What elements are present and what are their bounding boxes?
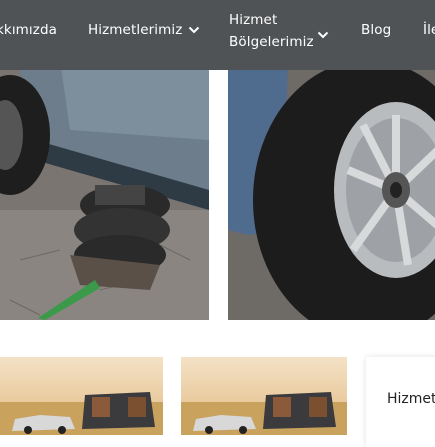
sidebar-services-card: Hizmet	[366, 357, 435, 447]
nav-contact-label: İle	[423, 22, 435, 38]
nav-regions-label-line1: Hizmet	[229, 12, 278, 28]
card-image-service-van[interactable]	[181, 357, 347, 435]
nav-about[interactable]: kkımızda	[0, 22, 57, 38]
photo-car-jack	[0, 60, 209, 320]
nav-blog-label: Blog	[361, 22, 392, 38]
top-navbar: kkımızda Hizmetlerimiz Hizmet Bölgelerim…	[0, 0, 435, 70]
photo-car-wheel	[228, 60, 435, 320]
nav-services-label: Hizmetlerimiz	[88, 22, 183, 38]
chevron-down-icon	[317, 24, 329, 46]
card-image-service-van[interactable]	[0, 357, 163, 435]
nav-service-regions[interactable]: Hizmet Bölgelerimiz	[229, 9, 329, 53]
nav-contact[interactable]: İle	[423, 22, 435, 38]
nav-blog[interactable]: Blog	[361, 22, 391, 38]
nav-services[interactable]: Hizmetlerimiz	[88, 22, 200, 38]
sidebar-title: Hizmet	[387, 391, 435, 407]
chevron-down-icon	[188, 22, 200, 38]
nav-regions-label-line2: Bölgelerimiz	[229, 34, 314, 50]
nav-about-label: kkımızda	[0, 22, 58, 38]
